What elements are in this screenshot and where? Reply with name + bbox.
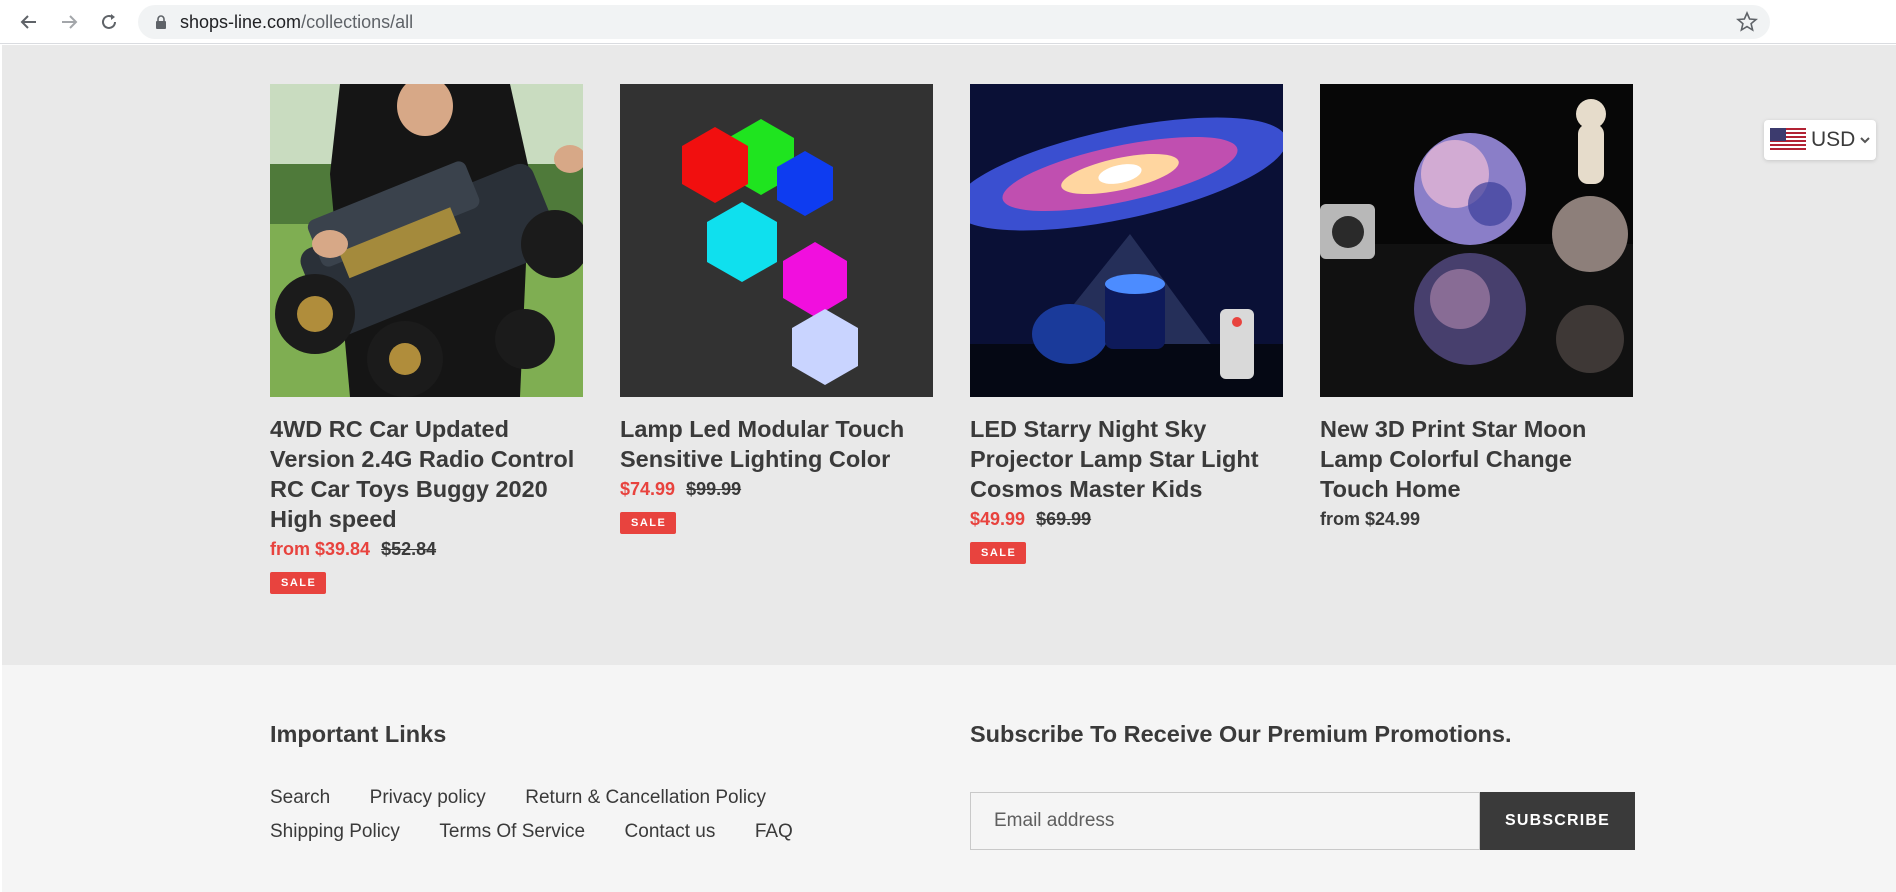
lock-icon — [156, 15, 166, 29]
address-bar[interactable]: shops-line.com/collections/all — [138, 5, 1770, 39]
product-card[interactable]: LED Starry Night Sky Projector Lamp Star… — [970, 84, 1283, 564]
forward-button[interactable] — [55, 8, 83, 36]
bookmark-star-icon[interactable] — [1736, 11, 1758, 33]
product-title[interactable]: 4WD RC Car Updated Version 2.4G Radio Co… — [270, 414, 583, 534]
product-image-moon-lamp[interactable] — [1320, 84, 1633, 397]
price-row: from $39.84 $52.84 — [270, 534, 583, 564]
subscribe-heading: Subscribe To Receive Our Premium Promoti… — [970, 721, 1512, 747]
product-title[interactable]: New 3D Print Star Moon Lamp Colorful Cha… — [1320, 414, 1633, 504]
sale-badge: SALE — [620, 512, 677, 534]
sale-price: $74.99 — [620, 479, 676, 499]
product-image-hex-lamp[interactable] — [620, 84, 933, 397]
price-row: from $24.99 — [1320, 504, 1633, 534]
sale-badge: SALE — [970, 542, 1027, 564]
url-path: /collections/all — [301, 12, 414, 32]
product-card[interactable]: Lamp Led Modular Touch Sensitive Lightin… — [620, 84, 933, 534]
site-footer: Important Links Search Privacy policy Re… — [2, 665, 1896, 892]
reload-icon — [102, 14, 116, 29]
footer-link-contact-us[interactable]: Contact us — [625, 821, 716, 842]
footer-link-terms-of-service[interactable]: Terms Of Service — [439, 821, 585, 842]
forward-arrow-icon — [62, 15, 78, 29]
url-text: shops-line.com/collections/all — [180, 12, 413, 33]
footer-link-faq[interactable]: FAQ — [755, 821, 793, 842]
footer-link-return-cancellation-policy[interactable]: Return & Cancellation Policy — [525, 787, 766, 808]
url-domain: shops-line.com — [180, 12, 302, 32]
compare-price: $99.99 — [686, 479, 742, 499]
compare-price: $69.99 — [1036, 509, 1092, 529]
product-image-rc-car[interactable] — [270, 84, 583, 397]
product-card[interactable]: New 3D Print Star Moon Lamp Colorful Cha… — [1320, 84, 1633, 534]
footer-link-privacy-policy[interactable]: Privacy policy — [370, 787, 486, 808]
footer-links: Search Privacy policy Return & Cancellat… — [270, 787, 830, 855]
currency-selector[interactable]: USD — [1764, 120, 1876, 160]
product-card[interactable]: 4WD RC Car Updated Version 2.4G Radio Co… — [270, 84, 583, 594]
product-title[interactable]: Lamp Led Modular Touch Sensitive Lightin… — [620, 414, 933, 474]
sale-price: from $39.84 — [270, 539, 371, 559]
price-row: $49.99 $69.99 — [970, 504, 1283, 534]
regular-price: from $24.99 — [1320, 509, 1421, 529]
product-grid: 4WD RC Car Updated Version 2.4G Radio Co… — [270, 84, 1636, 644]
currency-label: USD — [1811, 128, 1856, 151]
subscribe-button[interactable]: SUBSCRIBE — [1480, 792, 1635, 850]
footer-link-shipping-policy[interactable]: Shipping Policy — [270, 821, 400, 842]
back-button[interactable] — [15, 8, 43, 36]
email-input[interactable] — [970, 792, 1480, 850]
collection-section: 4WD RC Car Updated Version 2.4G Radio Co… — [2, 45, 1896, 665]
product-title[interactable]: LED Starry Night Sky Projector Lamp Star… — [970, 414, 1283, 504]
compare-price: $52.84 — [381, 539, 437, 559]
back-arrow-icon — [20, 15, 36, 29]
sale-badge: SALE — [270, 572, 327, 594]
chevron-down-icon — [1860, 137, 1870, 144]
product-image-galaxy-projector[interactable] — [970, 84, 1283, 397]
browser-toolbar: shops-line.com/collections/all — [0, 0, 1896, 44]
important-links-heading: Important Links — [270, 721, 447, 747]
price-row: $74.99 $99.99 — [620, 474, 933, 504]
reload-button[interactable] — [95, 8, 123, 36]
us-flag-icon — [1770, 128, 1806, 152]
sale-price: $49.99 — [970, 509, 1026, 529]
footer-link-search[interactable]: Search — [270, 787, 330, 808]
